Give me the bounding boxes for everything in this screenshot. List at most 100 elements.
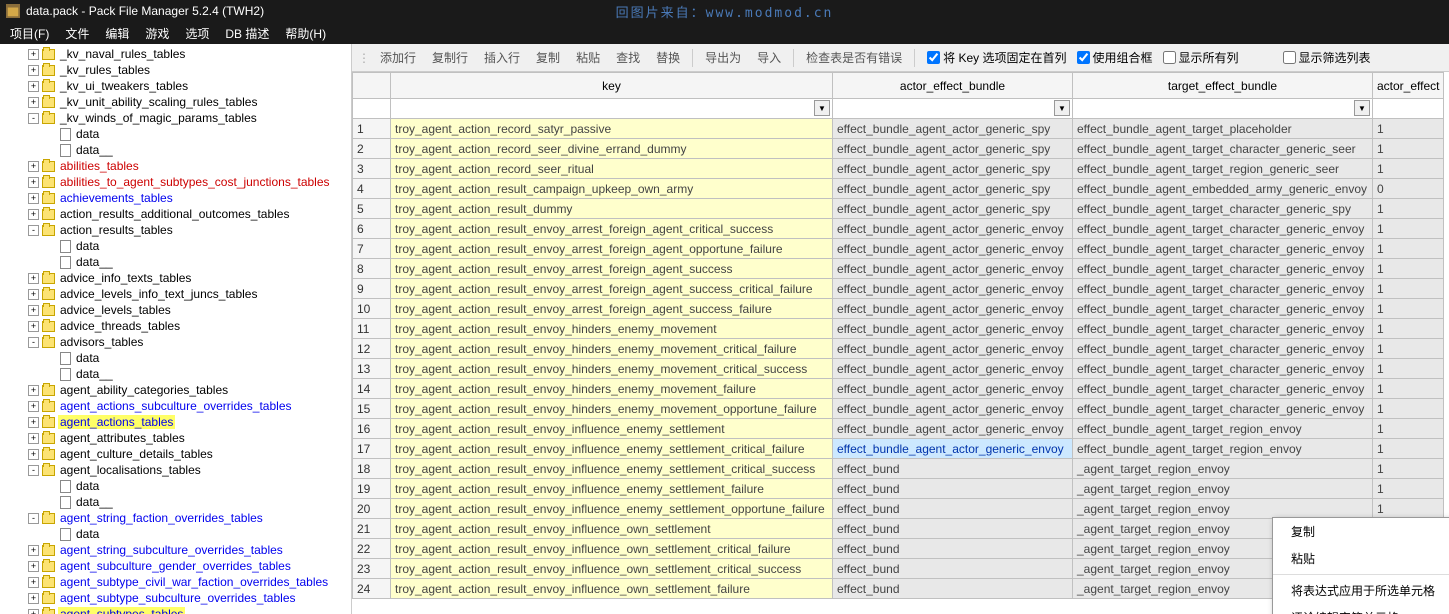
menu-item[interactable]: 文件 xyxy=(57,23,97,44)
expand-icon[interactable]: + xyxy=(28,161,39,172)
row-number[interactable]: 5 xyxy=(353,199,391,219)
row-number[interactable]: 19 xyxy=(353,479,391,499)
tree-item[interactable]: +agent_culture_details_tables xyxy=(0,446,351,462)
cell-actor[interactable]: effect_bund xyxy=(833,579,1073,599)
expand-icon[interactable]: + xyxy=(28,417,39,428)
table-row[interactable]: 5troy_agent_action_result_dummyeffect_bu… xyxy=(353,199,1444,219)
row-number[interactable]: 4 xyxy=(353,179,391,199)
row-number[interactable]: 16 xyxy=(353,419,391,439)
expand-icon[interactable]: + xyxy=(28,81,39,92)
cell-actor[interactable]: effect_bundle_agent_actor_generic_envoy xyxy=(833,259,1073,279)
cell-actor[interactable]: effect_bundle_agent_actor_generic_envoy xyxy=(833,299,1073,319)
replace-button[interactable]: 替换 xyxy=(650,47,686,68)
tree-item[interactable]: +agent_string_subculture_overrides_table… xyxy=(0,542,351,558)
show-all-cols-checkbox[interactable]: 显示所有列 xyxy=(1163,49,1239,66)
table-row[interactable]: 13troy_agent_action_result_envoy_hinders… xyxy=(353,359,1444,379)
expand-icon[interactable]: + xyxy=(28,49,39,60)
cell-target[interactable]: effect_bundle_agent_target_character_gen… xyxy=(1073,339,1373,359)
tree-item[interactable]: +abilities_tables xyxy=(0,158,351,174)
tree-item[interactable]: data xyxy=(0,238,351,254)
cell-key[interactable]: troy_agent_action_record_seer_ritual xyxy=(391,159,833,179)
cell-effect[interactable]: 1 xyxy=(1373,459,1444,479)
table-row[interactable]: 6troy_agent_action_result_envoy_arrest_f… xyxy=(353,219,1444,239)
row-number[interactable]: 18 xyxy=(353,459,391,479)
ctx-copy[interactable]: 复制 xyxy=(1273,518,1449,545)
cell-key[interactable]: troy_agent_action_record_satyr_passive xyxy=(391,119,833,139)
dropdown-icon[interactable]: ▼ xyxy=(814,100,830,116)
row-number[interactable]: 6 xyxy=(353,219,391,239)
table-row[interactable]: 12troy_agent_action_result_envoy_hinders… xyxy=(353,339,1444,359)
cell-target[interactable]: effect_bundle_agent_target_character_gen… xyxy=(1073,259,1373,279)
table-row[interactable]: 2troy_agent_action_record_seer_divine_er… xyxy=(353,139,1444,159)
tree-item[interactable]: +agent_subtypes_tables xyxy=(0,606,351,614)
row-number[interactable]: 14 xyxy=(353,379,391,399)
cell-effect[interactable]: 1 xyxy=(1373,379,1444,399)
cell-effect[interactable]: 1 xyxy=(1373,139,1444,159)
pin-key-checkbox[interactable]: 将 Key 选项固定在首列 xyxy=(927,49,1066,66)
cell-effect[interactable]: 1 xyxy=(1373,439,1444,459)
row-number[interactable]: 11 xyxy=(353,319,391,339)
table-row[interactable]: 10troy_agent_action_result_envoy_arrest_… xyxy=(353,299,1444,319)
table-row[interactable]: 15troy_agent_action_result_envoy_hinders… xyxy=(353,399,1444,419)
cell-key[interactable]: troy_agent_action_result_envoy_arrest_fo… xyxy=(391,219,833,239)
cell-target[interactable]: effect_bundle_agent_target_character_gen… xyxy=(1073,139,1373,159)
cell-target[interactable]: _agent_target_region_envoy xyxy=(1073,459,1373,479)
tree-item[interactable]: -action_results_tables xyxy=(0,222,351,238)
table-row[interactable]: 14troy_agent_action_result_envoy_hinders… xyxy=(353,379,1444,399)
cell-effect[interactable]: 1 xyxy=(1373,199,1444,219)
cell-actor[interactable]: effect_bundle_agent_actor_generic_envoy xyxy=(833,239,1073,259)
tree-item[interactable]: -agent_string_faction_overrides_tables xyxy=(0,510,351,526)
column-header-key[interactable]: key xyxy=(391,73,833,99)
row-number[interactable]: 20 xyxy=(353,499,391,519)
column-header-target[interactable]: target_effect_bundle xyxy=(1073,73,1373,99)
tree-item[interactable]: +agent_actions_tables xyxy=(0,414,351,430)
row-number[interactable]: 15 xyxy=(353,399,391,419)
cell-key[interactable]: troy_agent_action_result_envoy_hinders_e… xyxy=(391,379,833,399)
cell-key[interactable]: troy_agent_action_result_envoy_hinders_e… xyxy=(391,319,833,339)
menu-item[interactable]: 帮助(H) xyxy=(277,23,334,44)
check-errors-button[interactable]: 检查表是否有错误 xyxy=(800,47,908,68)
cell-key[interactable]: troy_agent_action_result_envoy_arrest_fo… xyxy=(391,239,833,259)
expand-icon[interactable]: + xyxy=(28,97,39,108)
expand-icon[interactable]: + xyxy=(28,401,39,412)
cell-effect[interactable]: 1 xyxy=(1373,479,1444,499)
cell-effect[interactable]: 1 xyxy=(1373,279,1444,299)
row-number[interactable]: 13 xyxy=(353,359,391,379)
ctx-comment-char[interactable]: 评论编辑字符单元格 xyxy=(1273,604,1449,614)
table-row[interactable]: 3troy_agent_action_record_seer_ritualeff… xyxy=(353,159,1444,179)
data-grid[interactable]: key actor_effect_bundle target_effect_bu… xyxy=(352,72,1449,614)
cell-actor[interactable]: effect_bund xyxy=(833,519,1073,539)
table-row[interactable]: 8troy_agent_action_result_envoy_arrest_f… xyxy=(353,259,1444,279)
cell-target[interactable]: effect_bundle_agent_target_region_envoy xyxy=(1073,439,1373,459)
cell-actor[interactable]: effect_bundle_agent_actor_generic_spy xyxy=(833,179,1073,199)
cell-actor[interactable]: effect_bundle_agent_actor_generic_envoy xyxy=(833,439,1073,459)
table-row[interactable]: 9troy_agent_action_result_envoy_arrest_f… xyxy=(353,279,1444,299)
tree-item[interactable]: +agent_ability_categories_tables xyxy=(0,382,351,398)
cell-target[interactable]: effect_bundle_agent_target_character_gen… xyxy=(1073,379,1373,399)
cell-effect[interactable]: 1 xyxy=(1373,419,1444,439)
row-number[interactable]: 24 xyxy=(353,579,391,599)
table-row[interactable]: 7troy_agent_action_result_envoy_arrest_f… xyxy=(353,239,1444,259)
cell-actor[interactable]: effect_bundle_agent_actor_generic_envoy xyxy=(833,339,1073,359)
expand-icon[interactable]: + xyxy=(28,609,39,614)
tree-item[interactable]: +_kv_unit_ability_scaling_rules_tables xyxy=(0,94,351,110)
cell-key[interactable]: troy_agent_action_record_seer_divine_err… xyxy=(391,139,833,159)
cell-key[interactable]: troy_agent_action_result_envoy_arrest_fo… xyxy=(391,279,833,299)
collapse-icon[interactable]: - xyxy=(28,225,39,236)
cell-key[interactable]: troy_agent_action_result_envoy_influence… xyxy=(391,539,833,559)
cell-key[interactable]: troy_agent_action_result_envoy_hinders_e… xyxy=(391,339,833,359)
expand-icon[interactable]: + xyxy=(28,65,39,76)
tree-item[interactable]: data xyxy=(0,126,351,142)
tree-panel[interactable]: +_kv_naval_rules_tables+_kv_rules_tables… xyxy=(0,44,352,614)
expand-icon[interactable]: + xyxy=(28,449,39,460)
cell-key[interactable]: troy_agent_action_result_envoy_influence… xyxy=(391,559,833,579)
table-row[interactable]: 19troy_agent_action_result_envoy_influen… xyxy=(353,479,1444,499)
ctx-paste[interactable]: 粘贴 xyxy=(1273,545,1449,572)
menu-item[interactable]: 选项 xyxy=(177,23,217,44)
row-number[interactable]: 22 xyxy=(353,539,391,559)
cell-key[interactable]: troy_agent_action_result_envoy_hinders_e… xyxy=(391,359,833,379)
show-filtered-checkbox[interactable]: 显示筛选列表 xyxy=(1283,49,1371,66)
cell-actor[interactable]: effect_bund xyxy=(833,539,1073,559)
insert-row-button[interactable]: 插入行 xyxy=(478,47,526,68)
cell-actor[interactable]: effect_bund xyxy=(833,479,1073,499)
